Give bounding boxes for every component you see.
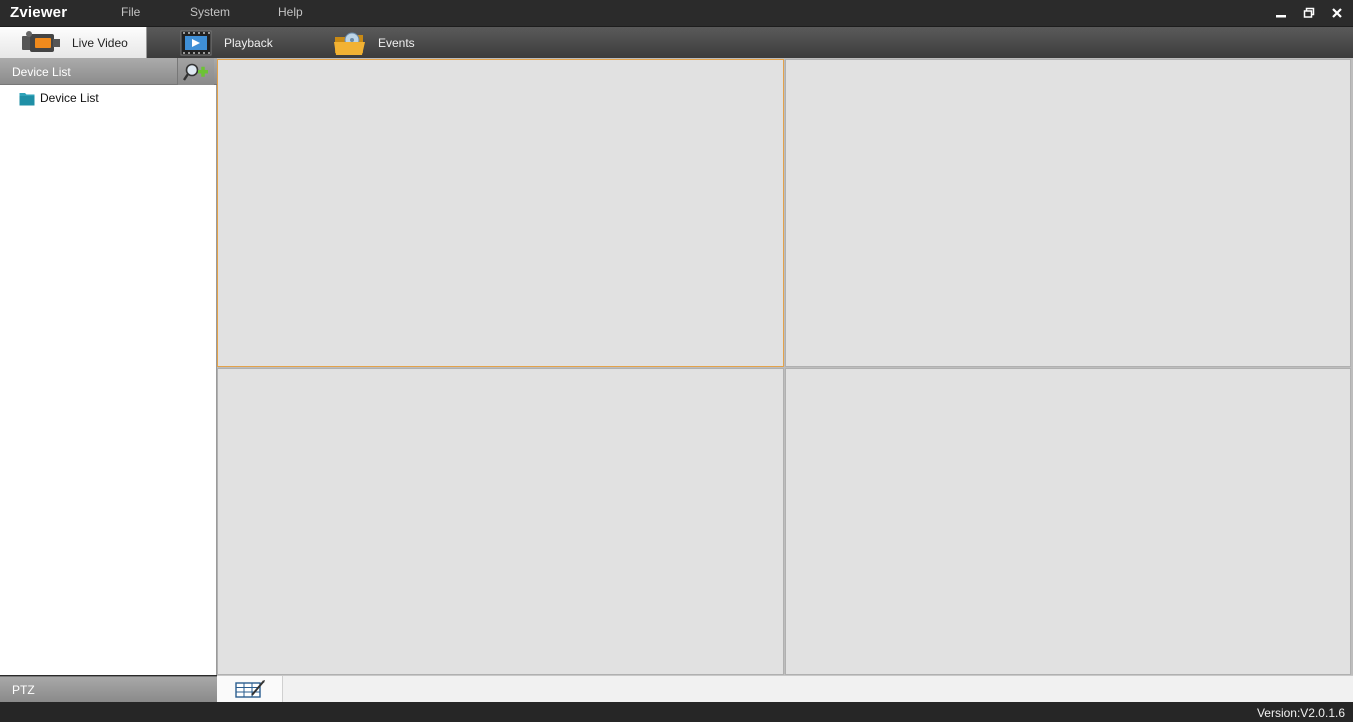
tree-item-label: Device List <box>40 91 99 105</box>
device-list-header: Device List <box>0 58 217 85</box>
event-folder-icon <box>333 29 367 57</box>
menu-system[interactable]: System <box>190 5 230 19</box>
device-list-title: Device List <box>12 65 71 79</box>
layout-button[interactable] <box>217 676 283 702</box>
menu-help[interactable]: Help <box>278 5 303 19</box>
tab-events[interactable]: Events <box>333 27 415 59</box>
video-cell-3[interactable] <box>217 368 784 675</box>
device-panel: Device List Device List <box>0 58 217 675</box>
video-camera-icon <box>20 30 62 56</box>
ptz-label: PTZ <box>12 683 35 697</box>
close-icon[interactable] <box>1328 4 1346 22</box>
video-cell-4[interactable] <box>785 368 1351 675</box>
status-bar: Version:V2.0.1.6 <box>0 702 1353 722</box>
tab-events-label: Events <box>378 36 415 50</box>
minimize-icon[interactable] <box>1272 4 1290 22</box>
app-title: Zviewer <box>10 4 68 21</box>
tab-playback[interactable]: Playback <box>180 27 273 59</box>
tree-item-device-list[interactable]: Device List <box>19 90 99 106</box>
tab-live-video[interactable]: Live Video <box>0 27 147 59</box>
add-device-button[interactable] <box>177 58 214 85</box>
layout-grid-icon <box>234 679 266 699</box>
video-cell-2[interactable] <box>785 59 1351 367</box>
video-cell-1[interactable] <box>217 59 784 367</box>
folder-icon <box>19 91 35 106</box>
restore-icon[interactable] <box>1300 4 1318 22</box>
add-device-icon <box>183 61 209 83</box>
tab-playback-label: Playback <box>224 36 273 50</box>
menu-file[interactable]: File <box>121 5 140 19</box>
title-bar: Zviewer File System Help <box>0 0 1353 26</box>
version-text: Version:V2.0.1.6 <box>1256 706 1345 720</box>
video-grid <box>217 58 1353 675</box>
video-toolbar <box>217 675 1353 702</box>
ptz-panel-header[interactable]: PTZ <box>0 676 217 702</box>
tab-live-video-label: Live Video <box>72 36 128 50</box>
module-tab-bar: Live Video Playback Events <box>0 26 1353 59</box>
film-strip-icon <box>180 30 212 56</box>
